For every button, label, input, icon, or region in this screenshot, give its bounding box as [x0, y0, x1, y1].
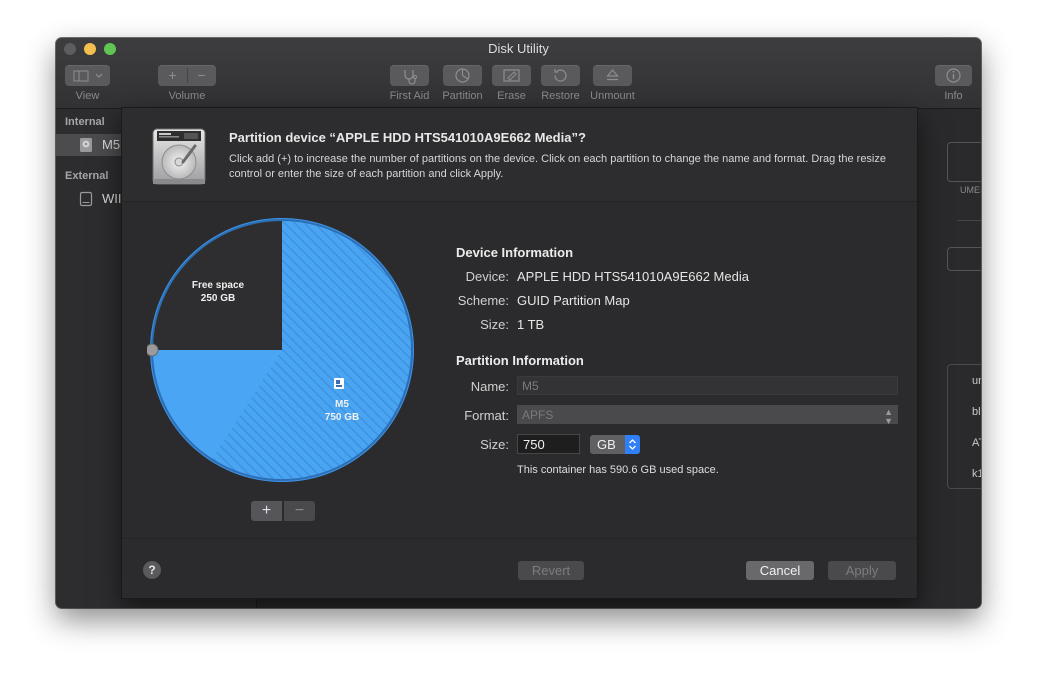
- background-row-text: ATA: [972, 437, 981, 449]
- format-popup-value: APFS: [522, 408, 554, 422]
- used-space-note: This container has 590.6 GB used space.: [517, 464, 719, 476]
- sheet-header: Partition device “APPLE HDD HTS541010A9E…: [122, 108, 917, 202]
- m5-partition-name: M5: [335, 399, 349, 410]
- add-partition-button[interactable]: +: [251, 501, 282, 521]
- internal-disk-icon: [80, 138, 92, 152]
- disk-utility-window: Disk Utility View + − Volume First Aid P…: [56, 38, 981, 608]
- info-icon: [946, 68, 961, 83]
- format-popup[interactable]: APFS ▲ ▼: [517, 405, 898, 426]
- partition-name-field[interactable]: M5: [517, 376, 898, 395]
- partition-pie-chart: Free space 250 GB M5 750 GB: [145, 215, 417, 485]
- first-aid-label: First Aid: [389, 90, 430, 102]
- background-field: [947, 247, 981, 271]
- volume-segmented-control: + −: [158, 65, 216, 86]
- free-space-name: Free space: [191, 280, 245, 291]
- hard-drive-icon: [152, 128, 206, 185]
- info-label: Info: [944, 90, 963, 102]
- apply-button[interactable]: Apply: [828, 561, 896, 580]
- scheme-value: GUID Partition Map: [517, 293, 630, 308]
- device-information-heading: Device Information: [456, 245, 574, 260]
- cancel-button[interactable]: Cancel: [746, 561, 814, 580]
- erase-icon: [503, 69, 520, 82]
- partition-label: Partition: [442, 90, 483, 102]
- partition-size-field[interactable]: 750: [517, 434, 580, 454]
- erase-label: Erase: [497, 90, 526, 102]
- size-unit-value: GB: [597, 437, 616, 452]
- sidebar-item-label: M5: [102, 137, 121, 152]
- background-volumes-label: UMES: [960, 185, 981, 195]
- partition-sheet: Partition device “APPLE HDD HTS541010A9E…: [121, 107, 918, 599]
- help-button[interactable]: ?: [143, 561, 161, 579]
- restore-icon: [554, 69, 567, 82]
- sidebar-section-internal: Internal: [65, 116, 105, 128]
- eject-icon: [606, 69, 619, 81]
- name-key: Name:: [470, 379, 509, 394]
- device-size-key: Size:: [480, 317, 509, 332]
- remove-volume-button[interactable]: −: [187, 65, 216, 86]
- erase-button[interactable]: [492, 65, 531, 86]
- scheme-key: Scheme:: [457, 293, 509, 308]
- revert-button[interactable]: Revert: [518, 561, 584, 580]
- background-row-text: ume: [972, 375, 981, 387]
- partition-add-remove-control: + −: [251, 501, 315, 521]
- background-volume-box: [947, 142, 981, 182]
- background-divider: [957, 220, 981, 221]
- info-button[interactable]: [935, 65, 972, 86]
- unit-popup-arrows-icon: [625, 435, 640, 454]
- view-label: View: [75, 90, 100, 102]
- unmount-button[interactable]: [593, 65, 632, 86]
- apfs-volume-icon: [334, 378, 344, 389]
- restore-label: Restore: [541, 90, 580, 102]
- sheet-footer: ? Revert Cancel Apply: [122, 538, 917, 599]
- volume-label: Volume: [168, 90, 206, 102]
- background-row-text: bled: [972, 406, 981, 418]
- sidebar-view-icon: [73, 70, 103, 82]
- size-unit-popup[interactable]: GB: [590, 435, 640, 454]
- free-space-size: 250 GB: [200, 293, 236, 304]
- free-space-label: Free space 250 GB: [182, 279, 254, 305]
- remove-partition-button[interactable]: −: [284, 501, 315, 521]
- m5-partition-size: 750 GB: [324, 412, 360, 423]
- unmount-label: Unmount: [590, 90, 635, 102]
- sidebar-item-label: WII: [102, 191, 122, 206]
- partition-button[interactable]: [443, 65, 482, 86]
- device-value: APPLE HDD HTS541010A9E662 Media: [517, 269, 749, 284]
- size-key: Size:: [480, 437, 509, 452]
- sidebar-section-external: External: [65, 170, 109, 182]
- device-size-value: 1 TB: [517, 317, 545, 332]
- partition-icon: [455, 68, 470, 83]
- format-key: Format:: [464, 408, 509, 423]
- m5-partition-label: M5 750 GB: [317, 398, 367, 424]
- add-volume-button[interactable]: +: [158, 65, 187, 86]
- partition-pie-svg: [145, 218, 414, 482]
- restore-button[interactable]: [541, 65, 580, 86]
- background-row-text: k1s1: [972, 468, 981, 480]
- toolbar: Disk Utility View + − Volume First Aid P…: [56, 38, 981, 109]
- device-key: Device:: [465, 269, 509, 284]
- popup-arrows-icon: ▲ ▼: [884, 407, 893, 426]
- partition-information-heading: Partition Information: [456, 353, 584, 368]
- sheet-description: Click add (+) to increase the number of …: [229, 153, 886, 180]
- window-title: Disk Utility: [488, 41, 549, 56]
- view-button[interactable]: [65, 65, 110, 86]
- sheet-title: Partition device “APPLE HDD HTS541010A9E…: [229, 130, 586, 145]
- external-disk-icon: [79, 191, 93, 207]
- resize-control-handle[interactable]: [145, 343, 159, 357]
- stethoscope-icon: [404, 70, 417, 85]
- first-aid-button[interactable]: [390, 65, 429, 86]
